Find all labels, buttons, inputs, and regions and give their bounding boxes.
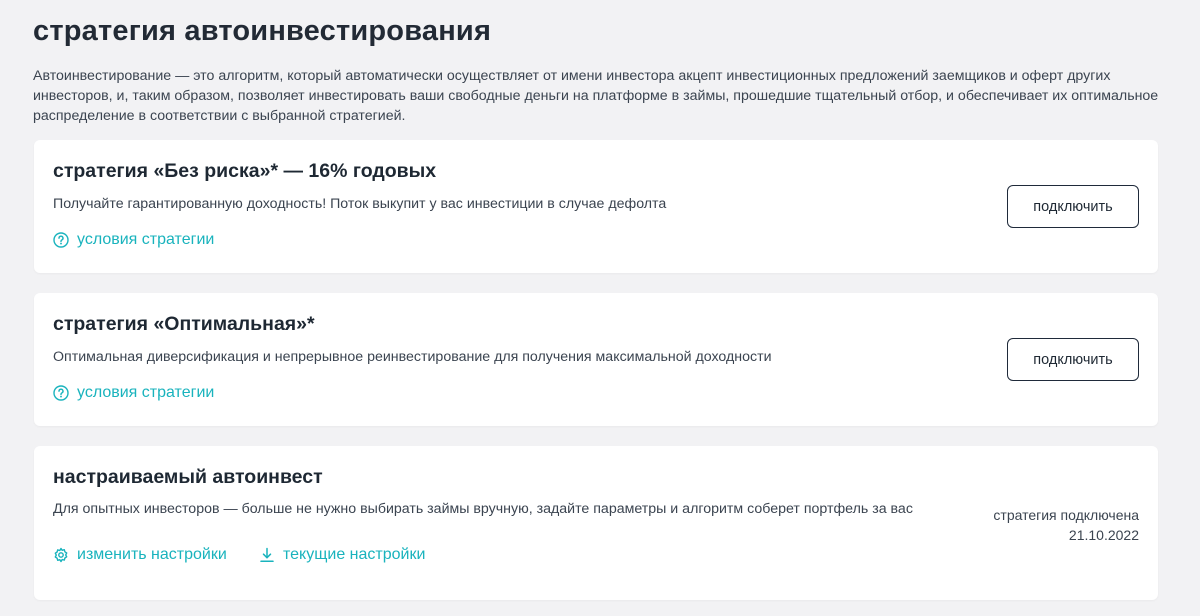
connect-button[interactable]: подключить <box>1007 338 1139 381</box>
strategy-status: стратегия подключена 21.10.2022 <box>993 505 1139 545</box>
strategy-terms-label: условия стратегии <box>77 231 215 248</box>
strategy-description: Для опытных инвесторов — больше не нужно… <box>53 501 913 517</box>
current-settings-link[interactable]: текущие настройки <box>259 546 425 564</box>
change-settings-link[interactable]: изменить настройки <box>53 546 227 564</box>
strategy-title: стратегия «Оптимальная»* <box>53 313 315 335</box>
strategy-title: настраиваемый автоинвест <box>53 466 323 488</box>
change-settings-label: изменить настройки <box>77 546 227 563</box>
strategy-description: Оптимальная диверсификация и непрерывное… <box>53 349 772 365</box>
question-circle-icon <box>53 232 69 248</box>
strategy-terms-link[interactable]: условия стратегии <box>53 384 214 402</box>
download-icon <box>260 547 274 562</box>
status-date: 21.10.2022 <box>1068 527 1139 543</box>
page-title: стратегия автоинвестирования <box>33 15 492 47</box>
strategy-card-optimal: стратегия «Оптимальная»* Оптимальная див… <box>34 293 1158 426</box>
strategy-card-custom: настраиваемый автоинвест Для опытных инв… <box>34 446 1158 600</box>
connect-button[interactable]: подключить <box>1007 185 1139 228</box>
current-settings-label: текущие настройки <box>283 546 426 563</box>
strategy-terms-link[interactable]: условия стратегии <box>53 231 214 249</box>
gear-icon <box>54 547 68 563</box>
strategy-title: стратегия «Без риска»* — 16% годовых <box>53 160 437 182</box>
strategy-card-no-risk: стратегия «Без риска»* — 16% годовых Пол… <box>34 140 1158 273</box>
question-circle-icon <box>53 385 69 401</box>
status-label: стратегия подключена <box>993 507 1139 523</box>
strategy-terms-label: условия стратегии <box>77 384 215 401</box>
page-intro: Автоинвестирование — это алгоритм, котор… <box>33 68 1159 124</box>
strategy-description: Получайте гарантированную доходность! По… <box>53 196 667 212</box>
autoinvest-page: стратегия автоинвестирования Автоинвести… <box>0 0 1200 616</box>
